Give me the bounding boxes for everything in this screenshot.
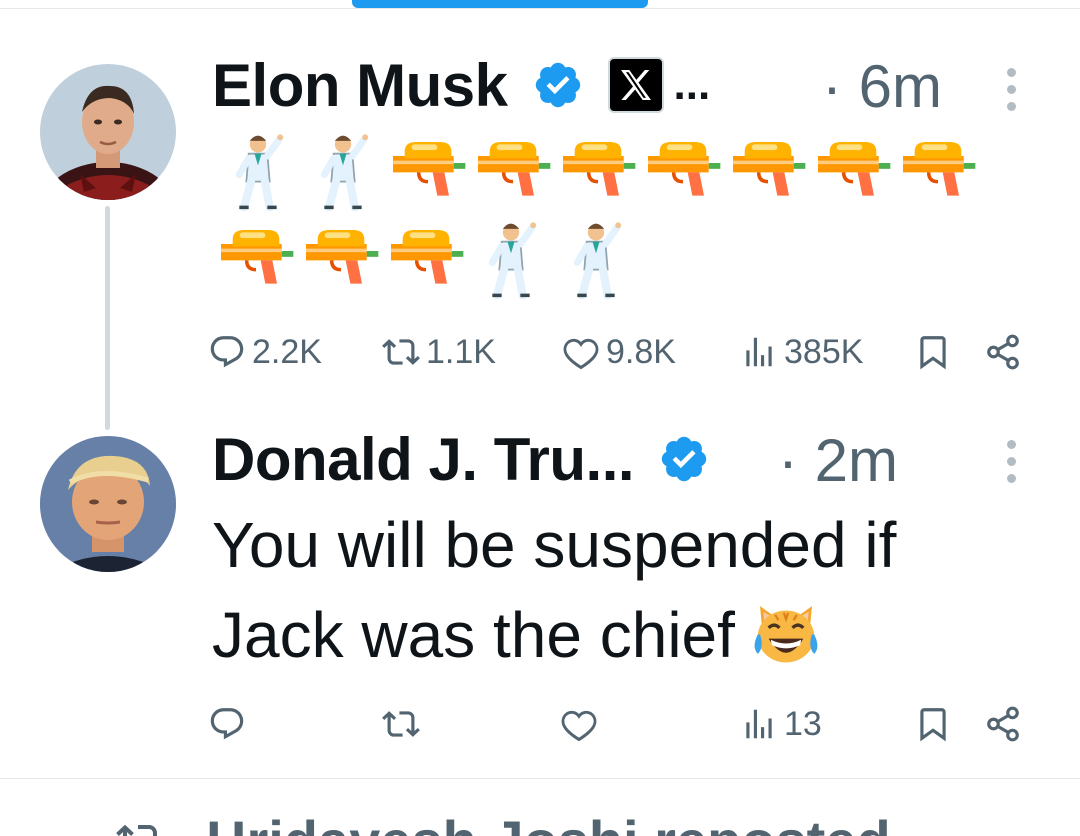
- reply-count: 2.2K: [252, 332, 322, 371]
- repost-banner-text: Hridayesh Joshi reposted: [206, 808, 891, 836]
- author-display-name[interactable]: Elon Musk: [212, 51, 508, 120]
- thread-connector-line: [105, 206, 110, 430]
- bookmark-icon: [920, 336, 946, 370]
- name-truncation: ...: [673, 60, 711, 109]
- tweet-action-bar: 13: [0, 702, 1080, 746]
- author-display-name[interactable]: Donald J. Tru...: [212, 425, 635, 494]
- heart-icon: [561, 710, 597, 742]
- water-pistol-icon: [384, 216, 468, 300]
- reply-icon: [210, 708, 244, 740]
- tweet-timestamp[interactable]: · 6m: [822, 52, 942, 121]
- bookmark-button[interactable]: [914, 330, 952, 374]
- man-dancing-icon: [554, 216, 638, 300]
- views-button[interactable]: 385K: [740, 330, 863, 374]
- man-dancing-icon: [216, 128, 300, 212]
- water-pistol-icon: [726, 128, 810, 212]
- water-pistol-icon: [471, 128, 555, 212]
- tweet-header: Elon Musk ...: [212, 51, 711, 120]
- water-pistol-icon: [386, 128, 470, 212]
- like-button[interactable]: 9.8K: [562, 330, 676, 374]
- view-count: 385K: [784, 332, 864, 371]
- tweet-emoji-content-line-1: [216, 128, 981, 212]
- share-icon: [987, 334, 1019, 370]
- next-tweet-repost-banner[interactable]: Hridayesh Joshi reposted: [116, 808, 891, 836]
- more-options-icon[interactable]: [1004, 68, 1018, 116]
- tweet-emoji-content-line-2: [214, 216, 639, 300]
- avatar[interactable]: [40, 436, 176, 572]
- water-pistol-icon: [214, 216, 298, 300]
- views-chart-icon: [746, 709, 772, 739]
- water-pistol-icon: [556, 128, 640, 212]
- repost-button[interactable]: 1.1K: [382, 330, 496, 374]
- share-button[interactable]: [984, 330, 1022, 374]
- repost-button[interactable]: [382, 702, 426, 746]
- repost-count: 1.1K: [426, 332, 496, 371]
- top-divider: [0, 8, 1080, 9]
- water-pistol-icon: [811, 128, 895, 212]
- water-pistol-icon: [641, 128, 725, 212]
- bookmark-button[interactable]: [914, 702, 952, 746]
- share-button[interactable]: [984, 702, 1022, 746]
- reply-button[interactable]: 2.2K: [208, 330, 322, 374]
- repost-icon: [116, 824, 157, 836]
- water-pistol-icon: [299, 216, 383, 300]
- man-dancing-icon: [469, 216, 553, 300]
- avatar-photo-trump: [40, 436, 176, 572]
- x-logo-icon[interactable]: [607, 57, 664, 113]
- avatar[interactable]: [40, 64, 176, 200]
- reply-button[interactable]: [208, 702, 252, 746]
- more-options-icon[interactable]: [1004, 440, 1018, 488]
- top-loading-indicator: [352, 0, 648, 8]
- view-count: 13: [784, 704, 822, 743]
- tweet-timestamp[interactable]: · 2m: [778, 426, 898, 495]
- bookmark-icon: [920, 708, 946, 742]
- views-button[interactable]: 13: [740, 702, 822, 746]
- repost-icon: [382, 339, 420, 365]
- views-chart-icon: [746, 337, 772, 367]
- like-count: 9.8K: [606, 332, 676, 371]
- verified-badge-icon[interactable]: [532, 59, 584, 111]
- avatar-photo-elon: [40, 64, 176, 200]
- verified-badge-icon[interactable]: [658, 433, 710, 485]
- repost-icon: [382, 711, 420, 737]
- like-button[interactable]: [560, 702, 604, 746]
- reply-icon: [210, 336, 244, 368]
- water-pistol-icon: [896, 128, 980, 212]
- man-dancing-icon: [301, 128, 385, 212]
- cat-tears-of-joy-icon: [747, 591, 825, 669]
- tweet-header: Donald J. Tru...: [212, 425, 710, 494]
- tweet-action-bar: 2.2K 1.1K 9.8K 385K: [0, 330, 1080, 374]
- share-icon: [987, 706, 1019, 742]
- heart-icon: [563, 338, 599, 370]
- tweet-divider: [0, 778, 1080, 779]
- tweet-text: You will be suspended if Jack was the ch…: [212, 500, 1032, 680]
